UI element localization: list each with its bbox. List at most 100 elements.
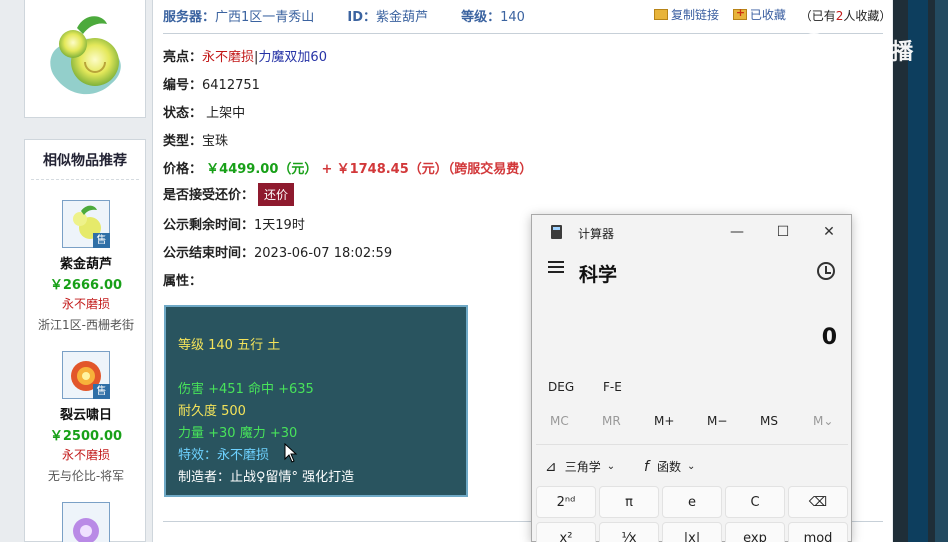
key-square[interactable]: x² <box>536 522 596 542</box>
m-plus-button[interactable]: M+ <box>654 414 674 428</box>
header-actions: 复制链接 已收藏 （已有2人收藏） <box>654 6 891 24</box>
key-abs[interactable]: |x| <box>662 522 722 542</box>
similar-item-server: 无与伦比-将军 <box>47 469 125 483</box>
hamburger-menu-icon[interactable] <box>548 261 564 274</box>
key-backspace[interactable]: ⌫ <box>788 486 848 518</box>
sell-badge: 售 <box>93 384 110 399</box>
mc-button[interactable]: MC <box>550 414 569 428</box>
edge-bar <box>908 0 928 542</box>
copy-link-button[interactable]: 复制链接 <box>654 6 719 23</box>
ms-button[interactable]: MS <box>760 414 778 428</box>
status-label: 状态： <box>163 106 203 121</box>
watermark: CC直播 <box>797 33 913 67</box>
maximize-button[interactable]: ☐ <box>768 221 798 243</box>
attr-line-effect: 特效：永不磨损 <box>178 448 270 463</box>
deg-button[interactable]: DEG <box>548 380 574 394</box>
similar-item-1[interactable]: 售 紫金葫芦 ￥2666.00 永不磨损 浙江1区-西栅老街 <box>25 200 147 333</box>
trig-dropdown[interactable]: ⊿ 三角学 ⌄ <box>545 458 615 475</box>
sell-badge: 售 <box>93 233 110 248</box>
m-minus-button[interactable]: M− <box>707 414 727 428</box>
price-row: 价格： ￥4499.00（元） + ￥1748.45（元）（跨服交易费） <box>163 158 532 177</box>
end-value: 2023-06-07 18:02:59 <box>254 246 393 261</box>
remain-row: 公示剩余时间：1天19时 <box>163 214 305 233</box>
server-value: 广西1区一青秀山 <box>215 10 315 25</box>
similar-item-3[interactable] <box>25 502 147 542</box>
price-value: ￥4499.00（元） <box>206 162 318 177</box>
remain-value: 1天19时 <box>254 218 305 233</box>
mr-button[interactable]: MR <box>602 414 621 428</box>
minimize-button[interactable]: — <box>722 221 752 243</box>
cc-logo-icon <box>797 33 831 67</box>
copy-link-label: 复制链接 <box>671 8 720 22</box>
highlight-2: 力魔双加60 <box>258 50 327 65</box>
attr-line-durability: 耐久度 500 <box>178 404 246 419</box>
highlight-1: 永不磨损 <box>202 50 255 65</box>
similar-item-icon[interactable]: 售 <box>62 351 110 399</box>
attr-line-maker: 制造者：止战♀留情° 强化打造 <box>178 470 355 485</box>
level-value: 140 <box>500 10 525 25</box>
offer-label: 是否接受还价： <box>163 188 255 203</box>
function-dropdown[interactable]: f 函数 ⌄ <box>644 458 695 475</box>
highlight-label: 亮点： <box>163 50 203 65</box>
serial-value: 6412751 <box>202 78 260 93</box>
memory-list-button[interactable]: M⌄ <box>813 414 833 428</box>
key-mod[interactable]: mod <box>788 522 848 542</box>
type-label: 类型： <box>163 134 203 149</box>
attr-label: 属性： <box>163 274 203 289</box>
similar-items-panel: 相似物品推荐 售 紫金葫芦 ￥2666.00 永不磨损 浙江1区-西栅老街 售 … <box>24 139 146 542</box>
fe-button[interactable]: F-E <box>603 380 622 394</box>
item-thumbnail <box>24 0 146 118</box>
attr-line-damage: 伤害 +451 命中 +635 <box>178 382 314 397</box>
edge-bar <box>935 0 948 542</box>
key-reciprocal[interactable]: ¹⁄x <box>599 522 659 542</box>
favorite-button[interactable]: 已收藏 <box>732 6 786 23</box>
similar-item-icon[interactable]: 售 <box>62 200 110 248</box>
function-label: 函数 <box>656 460 681 474</box>
watermark-text: CC直播 <box>837 40 914 65</box>
attr-line-level: 等级 140 五行 土 <box>178 338 281 353</box>
folder-icon <box>654 9 668 20</box>
close-button[interactable]: ✕ <box>814 221 844 243</box>
type-row: 类型：宝珠 <box>163 130 228 149</box>
counter-offer-button[interactable]: 还价 <box>258 183 295 206</box>
status-row: 状态： 上架中 <box>163 102 245 121</box>
key-e[interactable]: e <box>662 486 722 518</box>
id-value: 紫金葫芦 <box>376 10 429 25</box>
end-time-row: 公示结束时间：2023-06-07 18:02:59 <box>163 242 392 261</box>
similar-item-2[interactable]: 售 裂云啸日 ￥2500.00 永不磨损 无与伦比-将军 <box>25 351 147 484</box>
server-label: 服务器： <box>163 10 216 25</box>
key-pi[interactable]: π <box>599 486 659 518</box>
key-2nd[interactable]: 2ⁿᵈ <box>536 486 596 518</box>
function-icon: f <box>644 458 649 475</box>
similar-item-icon[interactable] <box>62 502 110 542</box>
mouse-cursor-icon <box>284 443 298 463</box>
chevron-down-icon: ⌄ <box>686 461 696 472</box>
id-label: ID： <box>347 10 376 25</box>
key-exp[interactable]: exp <box>725 522 785 542</box>
similar-item-server: 浙江1区-西栅老街 <box>38 318 134 332</box>
price-plus: + <box>321 162 333 177</box>
level-label: 等级： <box>461 10 501 25</box>
similar-item-tag: 永不磨损 <box>61 297 110 311</box>
serial-label: 编号： <box>163 78 203 93</box>
similar-title: 相似物品推荐 <box>31 140 139 180</box>
type-value: 宝珠 <box>202 134 229 149</box>
favorite-count: （已有2人收藏） <box>800 9 892 23</box>
calculator-app-icon <box>551 225 562 239</box>
attr-row: 属性： <box>163 270 202 289</box>
item-header: 服务器：广西1区一青秀山 ID：紫金葫芦 等级：140 <box>163 6 525 25</box>
similar-item-name[interactable]: 裂云啸日 <box>25 404 147 423</box>
calculator-display: 0 <box>821 325 837 350</box>
serial-row: 编号：6412751 <box>163 74 260 93</box>
attr-line-stats: 力量 +30 魔力 +30 <box>178 426 298 441</box>
header-divider <box>163 33 883 34</box>
similar-item-price: ￥2500.00 <box>49 429 123 444</box>
triangle-icon: ⊿ <box>545 458 557 475</box>
price-label: 价格： <box>163 162 203 177</box>
key-clear[interactable]: C <box>725 486 785 518</box>
gourd-icon <box>50 16 121 95</box>
similar-item-name[interactable]: 紫金葫芦 <box>25 253 147 272</box>
calculator-window[interactable]: 计算器 — ☐ ✕ 科学 0 DEG F-E MC MR M+ M− MS M⌄… <box>531 214 852 542</box>
history-icon[interactable] <box>817 262 835 280</box>
chevron-down-icon: ⌄ <box>606 461 616 472</box>
